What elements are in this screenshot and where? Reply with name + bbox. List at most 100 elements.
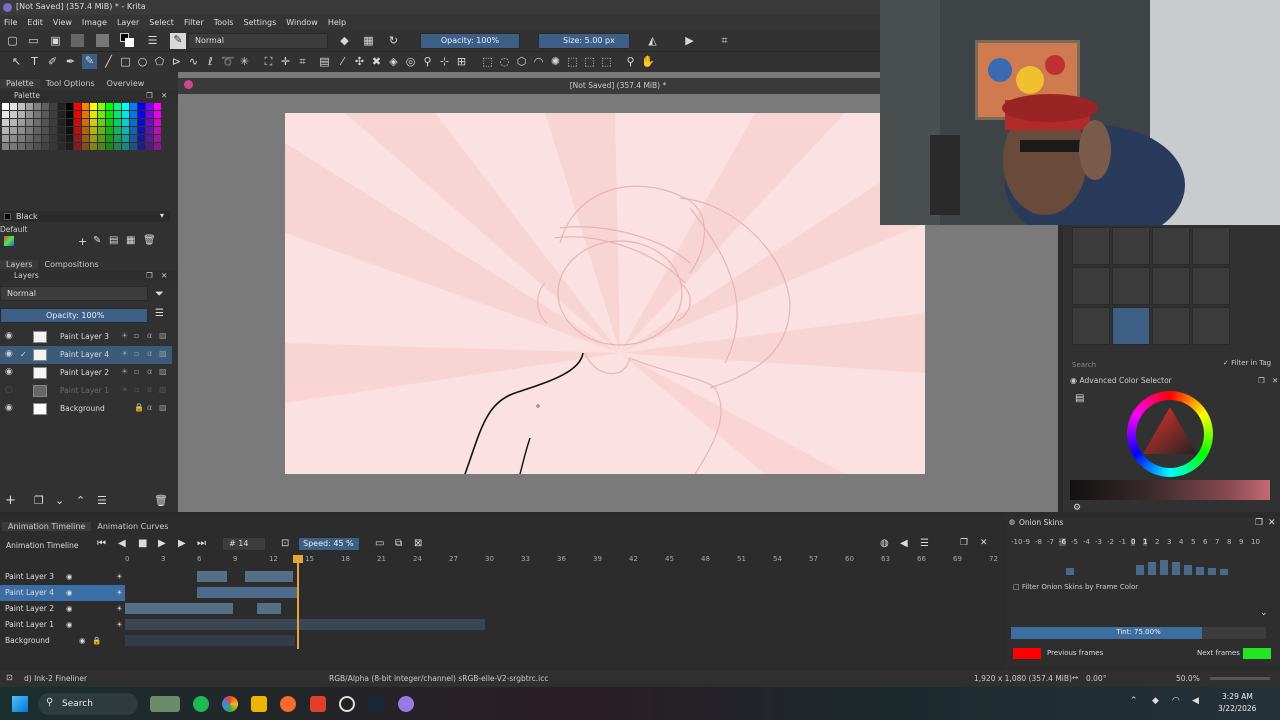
palette-swatch[interactable] [138, 127, 145, 134]
palette-swatch[interactable] [2, 111, 9, 118]
palette-swatch[interactable] [10, 103, 17, 110]
brush-preset[interactable] [1192, 307, 1230, 345]
palette-swatch[interactable] [122, 111, 129, 118]
palette-swatch[interactable] [90, 103, 97, 110]
palette-swatch[interactable] [58, 119, 65, 126]
close-icon[interactable]: ✕ [980, 538, 988, 548]
onion-frame-number[interactable]: 7 [1215, 538, 1219, 546]
filter-in-tag-checkbox[interactable]: ✓ Filter in Tag [1223, 359, 1271, 367]
palette-swatch[interactable] [106, 143, 113, 150]
edit-shapes-icon[interactable]: ✐ [46, 55, 59, 68]
palette-swatch[interactable] [98, 143, 105, 150]
onion-frame-number[interactable]: -4 [1083, 538, 1090, 546]
onion-skin-icon[interactable]: ☀ [121, 368, 129, 376]
color-triangle[interactable] [1135, 399, 1205, 469]
onion-frame-number[interactable]: -3 [1095, 538, 1102, 546]
alpha-lock-icon[interactable]: α [147, 386, 155, 394]
pan-tool-icon[interactable]: ✋ [641, 55, 655, 68]
palette-swatch[interactable] [42, 103, 49, 110]
palette-swatch[interactable] [130, 135, 137, 142]
palette-swatch[interactable] [130, 143, 137, 150]
frame-number-input[interactable]: # 14 [222, 537, 266, 551]
dynamic-brush-icon[interactable]: ➰ [221, 55, 235, 68]
keyframe-block[interactable] [125, 603, 233, 614]
palette-swatch[interactable] [74, 127, 81, 134]
palette-swatch[interactable] [66, 127, 73, 134]
palette-swatch[interactable] [130, 127, 137, 134]
multibrush-icon[interactable]: ✳ [238, 55, 251, 68]
layer-row[interactable]: ○ Paint Layer 1 ☀ ▫ α ▨ [0, 382, 172, 400]
blend-mode-select[interactable]: Normal [188, 33, 328, 49]
palette-swatch[interactable] [146, 103, 153, 110]
lock-icon[interactable]: 🔒 [92, 636, 101, 645]
timeline-layer-row[interactable]: Paint Layer 2 ◉ ☀ [0, 601, 125, 617]
palette-swatch[interactable] [26, 143, 33, 150]
brush-preset[interactable] [1152, 307, 1190, 345]
playhead-marker[interactable] [293, 555, 303, 563]
stop-icon[interactable]: ■ [138, 538, 147, 549]
play-icon[interactable]: ▶ [158, 538, 166, 549]
text-tool-icon[interactable]: T [28, 55, 41, 68]
palette-swatch[interactable] [18, 127, 25, 134]
size-slider[interactable]: Size: 5.00 px [538, 33, 630, 49]
hidden-eye-icon[interactable]: ○ [5, 386, 14, 395]
filter-by-color-checkbox[interactable]: □ Filter Onion Skins by Frame Color [1013, 583, 1138, 591]
settings-menu-icon[interactable]: ▤ [1075, 393, 1084, 404]
palette-swatch[interactable] [90, 127, 97, 134]
smart-patch-icon[interactable]: ✖ [370, 55, 383, 68]
palette-swatch[interactable] [154, 103, 161, 110]
palette-swatch[interactable] [26, 127, 33, 134]
current-brush-icon[interactable]: ✎ [170, 33, 186, 49]
freehand-path-icon[interactable]: ℓ [204, 55, 217, 68]
color-wheel[interactable] [1127, 391, 1213, 477]
bezier-tool-icon[interactable]: ∿ [187, 55, 200, 68]
palette-swatch[interactable] [146, 143, 153, 150]
eye-icon[interactable]: ◉ [79, 636, 86, 645]
palette-swatch[interactable] [34, 143, 41, 150]
onion-frame-number[interactable]: -8 [1035, 538, 1042, 546]
palette-swatch[interactable] [138, 111, 145, 118]
magnetic-select-icon[interactable]: ⬚ [600, 55, 613, 68]
layer-opacity-slider[interactable]: Opacity: 100% [0, 308, 148, 323]
delete-layer-icon[interactable]: 🗑 [154, 494, 168, 507]
palette-swatch[interactable] [10, 119, 17, 126]
palette-swatch[interactable] [58, 127, 65, 134]
palette-swatch[interactable] [114, 111, 121, 118]
layer-row[interactable]: ◉ Background 🔒 α ▨ [0, 400, 172, 418]
brush-preset[interactable] [1112, 227, 1150, 265]
onion-frame-number[interactable]: -5 [1071, 538, 1078, 546]
add-layer-icon[interactable]: + [5, 493, 16, 508]
opacity-slider[interactable]: Opacity: 100% [420, 33, 520, 49]
palette-swatch[interactable] [122, 127, 129, 134]
duplicate-layer-icon[interactable]: ❐ [34, 494, 44, 507]
palette-swatch[interactable] [50, 103, 57, 110]
palette-swatch[interactable] [2, 119, 9, 126]
lock-icon[interactable]: ▫ [134, 386, 142, 394]
onion-frame-number[interactable]: 5 [1191, 538, 1195, 546]
layer-properties-icon[interactable]: ☰ [97, 494, 107, 507]
eye-icon[interactable]: ◉ [66, 572, 73, 581]
palette-swatch[interactable] [10, 127, 17, 134]
similar-select-icon[interactable]: ⬚ [566, 55, 579, 68]
palette-swatch[interactable] [50, 111, 57, 118]
drawing-canvas[interactable] [285, 113, 925, 474]
audio-icon[interactable]: ◀ [900, 538, 908, 549]
menu-select[interactable]: Select [149, 18, 174, 27]
zoom-tool-icon[interactable]: ⚲ [624, 55, 637, 68]
brush-preset[interactable] [1112, 267, 1150, 305]
current-color-row[interactable]: Black ▾ [0, 211, 170, 222]
palette-swatch[interactable] [10, 111, 17, 118]
palette-swatch[interactable] [26, 103, 33, 110]
brush-preset[interactable] [1152, 267, 1190, 305]
palette-swatch[interactable] [122, 103, 129, 110]
rect-select-icon[interactable]: ⬚ [481, 55, 494, 68]
palette-swatch[interactable] [42, 111, 49, 118]
timeline-layer-row[interactable]: Paint Layer 3 ◉ ☀ [0, 569, 125, 585]
prev-frame-icon[interactable]: ◀ [118, 538, 126, 549]
preserve-alpha-icon[interactable]: ▦ [362, 34, 375, 47]
onion-frame-number[interactable]: 8 [1227, 538, 1231, 546]
alpha-lock-icon[interactable]: α [147, 368, 155, 376]
timeline-layer-row[interactable]: Background ◉ 🔒 [0, 633, 125, 649]
menu-help[interactable]: Help [328, 18, 346, 27]
eye-icon[interactable]: ◉ [66, 620, 73, 629]
